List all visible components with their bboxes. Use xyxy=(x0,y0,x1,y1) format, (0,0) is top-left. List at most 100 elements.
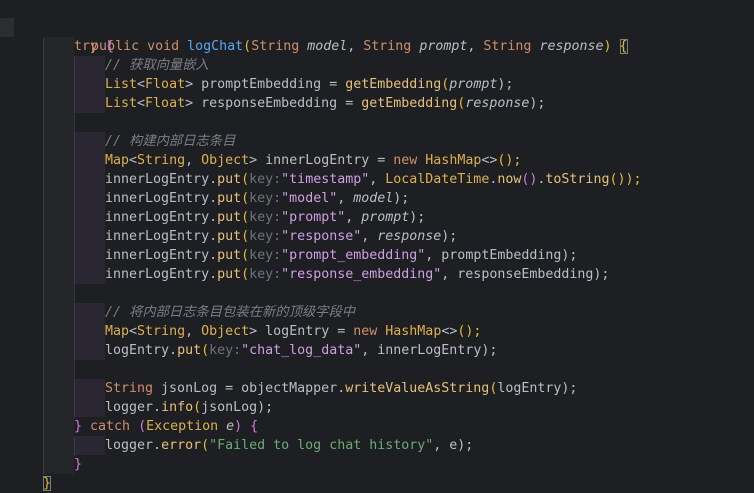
param-hint: key: xyxy=(209,343,242,358)
punct: . xyxy=(153,438,162,453)
brace: } xyxy=(74,419,91,434)
punct: . xyxy=(209,229,218,244)
param: prompt xyxy=(449,77,498,92)
code-line-16[interactable]: // 将内部日志条目包装在新的顶级字段中 xyxy=(0,303,754,322)
method-call: toString xyxy=(545,172,610,187)
punct: . xyxy=(209,210,218,225)
param-hint: key: xyxy=(249,248,282,263)
variable: logEntry xyxy=(497,381,562,396)
variable: promptEmbedding xyxy=(441,248,562,263)
code-line-13[interactable]: innerLogEntry.put(key:"prompt_embedding"… xyxy=(0,246,754,265)
string: "chat_log_data" xyxy=(241,343,362,358)
punct: ); xyxy=(481,343,498,358)
variable: objectMapper xyxy=(241,381,338,396)
code-line-15[interactable] xyxy=(0,284,754,303)
type: Object xyxy=(201,153,250,168)
method-call: put xyxy=(177,343,202,358)
punct: = xyxy=(345,96,362,111)
paren: ( xyxy=(241,210,250,225)
code-line-7[interactable]: // 构建内部日志条目 xyxy=(0,132,754,151)
punct: <> xyxy=(441,324,458,339)
punct: ); xyxy=(561,248,578,263)
code-line-21[interactable]: logger.info(jsonLog); xyxy=(0,398,754,417)
variable: jsonLog xyxy=(201,400,258,415)
param: response xyxy=(465,96,530,111)
variable: innerLogEntry xyxy=(105,191,210,206)
close-brace: } xyxy=(74,457,83,472)
code-line-25[interactable]: } xyxy=(0,474,754,493)
type: Exception xyxy=(146,419,227,434)
string: "Failed to log chat history" xyxy=(209,438,434,453)
variable: responseEmbedding xyxy=(457,267,594,282)
code-line-19[interactable] xyxy=(0,360,754,379)
method-call: put xyxy=(217,210,242,225)
code-line-2[interactable]: try { xyxy=(0,37,754,56)
variable: innerLogEntry xyxy=(105,248,210,263)
punct: = xyxy=(337,324,354,339)
code-line-12[interactable]: innerLogEntry.put(key:"response", respon… xyxy=(0,227,754,246)
type: Float xyxy=(145,96,186,111)
comment: // 获取向量嵌入 xyxy=(105,58,209,73)
code-editor[interactable]: public void logChat(String model, String… xyxy=(0,0,754,493)
punct: > xyxy=(249,324,266,339)
punct: , xyxy=(433,438,450,453)
punct: ); xyxy=(393,191,410,206)
punct: , xyxy=(361,229,378,244)
code-line-18[interactable]: logEntry.put(key:"chat_log_data", innerL… xyxy=(0,341,754,360)
punct: < xyxy=(129,153,138,168)
param-hint: key: xyxy=(249,229,282,244)
punct: = xyxy=(225,381,242,396)
comment: // 构建内部日志条目 xyxy=(105,134,236,149)
punct: ); xyxy=(529,96,546,111)
string: "response_embedding" xyxy=(281,267,442,282)
param: e xyxy=(226,419,235,434)
code-line-4[interactable]: List<Float> promptEmbedding = getEmbeddi… xyxy=(0,75,754,94)
type: HashMap xyxy=(385,324,442,339)
string: "timestamp" xyxy=(281,172,370,187)
code-line-3[interactable]: // 获取向量嵌入 xyxy=(0,56,754,75)
method-call: put xyxy=(217,172,242,187)
brace: { xyxy=(250,419,259,434)
paren: ( xyxy=(201,343,210,358)
punct: . xyxy=(209,267,218,282)
method-call: writeValueAsString xyxy=(345,381,490,396)
code-line-22[interactable]: } catch (Exception e) { xyxy=(0,417,754,436)
code-line-9[interactable]: innerLogEntry.put(key:"timestamp", Local… xyxy=(0,170,754,189)
variable: innerLogEntry xyxy=(105,229,210,244)
code-line-1[interactable]: public void logChat(String model, String… xyxy=(0,18,754,54)
code-line-5[interactable]: List<Float> responseEmbedding = getEmbed… xyxy=(0,94,754,113)
paren: ( xyxy=(241,172,250,187)
punct: ); xyxy=(409,210,426,225)
line-marker xyxy=(0,18,14,37)
code-line-10[interactable]: innerLogEntry.put(key:"model", model); xyxy=(0,189,754,208)
code-line-17[interactable]: Map<String, Object> logEntry = new HashM… xyxy=(0,322,754,341)
paren: ( xyxy=(241,267,250,282)
string: "response" xyxy=(281,229,362,244)
variable: logEntry xyxy=(105,343,170,358)
punct: . xyxy=(209,191,218,206)
param: response xyxy=(377,229,442,244)
code-line-20[interactable]: String jsonLog = objectMapper.writeValue… xyxy=(0,379,754,398)
code-line-23[interactable]: logger.error("Failed to log chat history… xyxy=(0,436,754,455)
code-line-8[interactable]: Map<String, Object> innerLogEntry = new … xyxy=(0,151,754,170)
punct: . xyxy=(209,172,218,187)
code-line-14[interactable]: innerLogEntry.put(key:"response_embeddin… xyxy=(0,265,754,284)
keyword-new: new xyxy=(393,153,426,168)
code-line-6[interactable] xyxy=(0,113,754,132)
code-line-24[interactable]: } xyxy=(0,455,754,474)
type: String xyxy=(137,153,186,168)
method-call: error xyxy=(161,438,202,453)
paren: ( xyxy=(201,438,210,453)
variable: innerLogEntry xyxy=(377,343,482,358)
punct: , xyxy=(185,324,202,339)
punct: > xyxy=(185,77,202,92)
method-call: info xyxy=(161,400,194,415)
punct: . xyxy=(169,343,178,358)
param: model xyxy=(353,191,394,206)
code-line-11[interactable]: innerLogEntry.put(key:"prompt", prompt); xyxy=(0,208,754,227)
paren: ) xyxy=(234,419,251,434)
type: List xyxy=(105,96,138,111)
paren: ( xyxy=(193,400,202,415)
variable: logger xyxy=(105,438,154,453)
method-call: put xyxy=(217,267,242,282)
